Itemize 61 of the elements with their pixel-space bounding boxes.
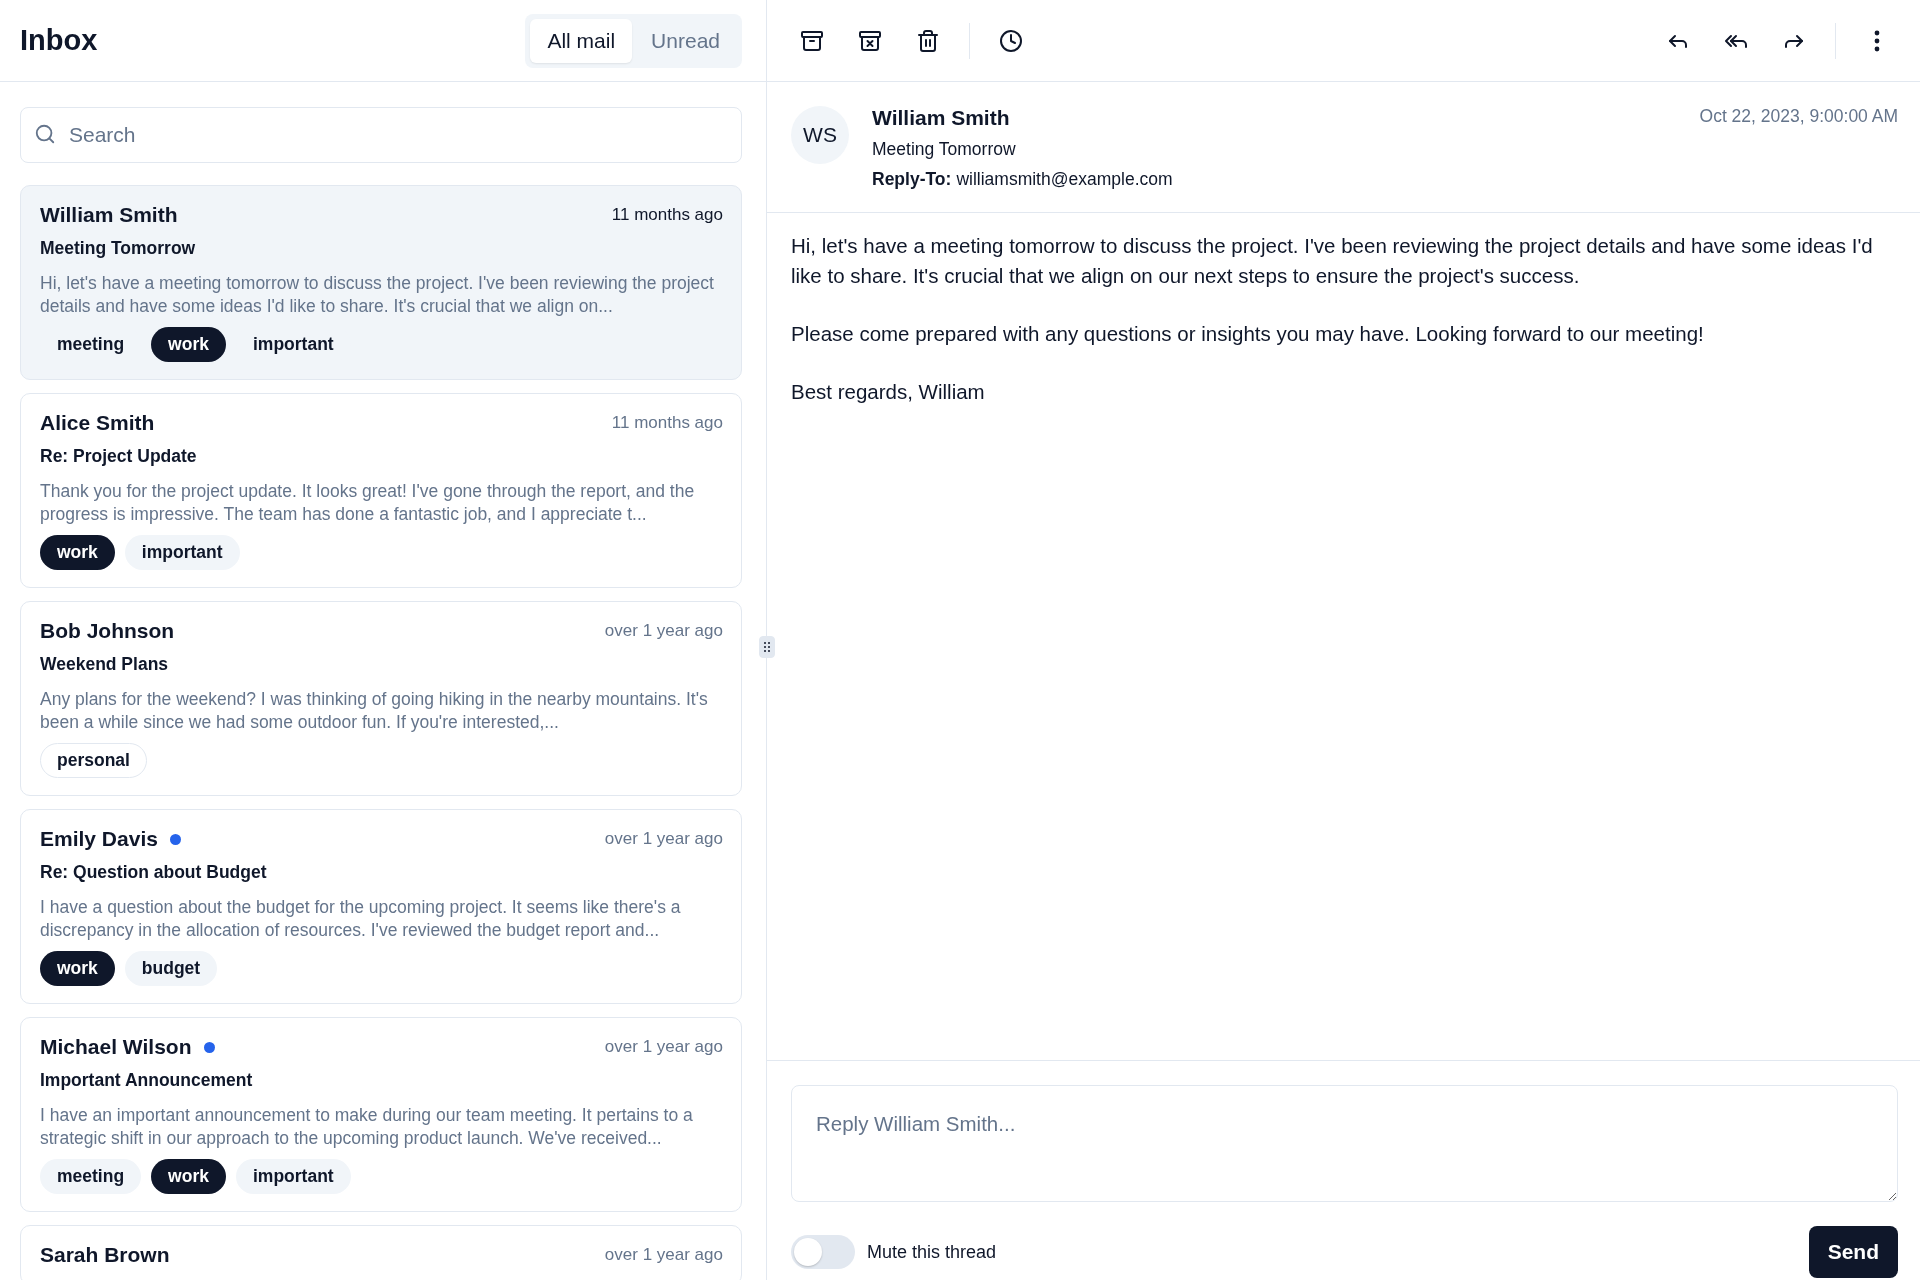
more-icon — [1874, 29, 1880, 52]
mail-preview: Thank you for the project update. It looks great! I've gone through the report, and the progress is impressive. The team has done a fantastic job, and I appreciate t... — [40, 480, 696, 526]
mail-time: 11 months ago — [611, 205, 723, 225]
mail-subject: Weekend Plans — [40, 654, 170, 675]
mail-subject: Important Announcement — [40, 1070, 254, 1091]
mail-tag: work — [151, 327, 226, 362]
mail-subject: Re: Question about Budget — [40, 862, 268, 883]
reply-field[interactable]: Reply William Smith... — [791, 1085, 1898, 1202]
send-button[interactable]: Send — [1808, 1226, 1898, 1278]
mail-tag: meeting — [40, 1159, 142, 1194]
mail-time: over 1 year ago — [604, 621, 723, 641]
trash-icon — [916, 28, 940, 53]
clock-icon — [999, 28, 1023, 53]
mail-preview: I have a question about the budget for the upcoming project. It seems like there's a discrepancy in the allocation of resources. I've reviewed the budget report and... — [40, 896, 682, 942]
mail-preview: I have an important announcement to make during our team meeting. It pertains to a strategic shift in our approach to the upcoming product launch. We've received... — [40, 1104, 694, 1150]
mute-switch[interactable] — [791, 1235, 855, 1269]
sender-name: William Smith — [40, 203, 178, 227]
mail-date: Oct 22, 2023, 9:00:00 AM — [1699, 106, 1898, 128]
inbox-title: Inbox — [20, 24, 98, 57]
mute-label: Mute this thread — [867, 1241, 997, 1263]
mail-tag: work — [151, 1159, 226, 1194]
body-paragraph: Best regards, William — [791, 379, 986, 405]
mail-tag: work — [40, 535, 115, 570]
mail-tag: important — [124, 535, 240, 570]
sender-name: Alice Smith — [40, 411, 155, 435]
sender-name: Sarah Brown — [40, 1243, 170, 1267]
mail-tag: personal — [40, 743, 147, 778]
resize-handle[interactable] — [759, 636, 775, 658]
mail-subject: Re: Project Update — [40, 446, 198, 467]
filter-tab[interactable]: Unread — [634, 18, 737, 63]
filter-tab[interactable]: All mail — [530, 18, 633, 63]
mail-time: over 1 year ago — [604, 1245, 723, 1265]
mail-subject: Meeting Tomorrow — [40, 238, 197, 259]
mail-preview: Hi, let's have a meeting tomorrow to discuss the project. I've been reviewing the project details and have some ideas I'd like to share. It's crucial that we align on... — [40, 272, 715, 318]
mail-time: over 1 year ago — [604, 1037, 723, 1057]
mail-time: 11 months ago — [611, 413, 723, 433]
mail-card[interactable] — [20, 185, 742, 380]
sender-name: Michael Wilson — [40, 1035, 192, 1059]
search-field[interactable]: Search — [20, 107, 742, 163]
avatar: WS — [791, 106, 849, 164]
mail-card[interactable] — [20, 809, 742, 1004]
reply-to-address: williamsmith@example.com — [956, 169, 1173, 190]
mail-card[interactable]: Sarah Brown over 1 year ago — [20, 1225, 742, 1280]
sender-name: Emily Davis — [40, 827, 158, 851]
mail-preview: Any plans for the weekend? I was thinking of going hiking in the nearby mountains. It's been a while since we had some outdoor fun. If you're interested,... — [40, 688, 709, 734]
sender-name: Bob Johnson — [40, 619, 175, 643]
mail-tag: budget — [124, 951, 218, 986]
mail-tag: work — [40, 951, 115, 986]
mail-tag: important — [235, 1159, 351, 1194]
sender-name: William Smith — [872, 106, 1011, 130]
archive-x-icon — [858, 28, 882, 53]
archive-icon — [800, 28, 824, 53]
mail-card[interactable] — [20, 393, 742, 588]
reply-to-label: Reply-To: — [872, 169, 952, 190]
grip-icon — [763, 641, 771, 653]
body-paragraph: Please come prepared with any questions or insights you may have. Looking forward to our meeting! — [791, 321, 1705, 347]
body-paragraph: Hi, let's have a meeting tomorrow to discuss the project. I've been reviewing the project details and have some ideas I'd like to share. It's crucial that we align on our next steps to ensure the project's success. — [791, 233, 1874, 289]
mail-subject: Meeting Tomorrow — [872, 139, 1017, 160]
search-icon — [34, 123, 56, 145]
mail-card[interactable] — [20, 1017, 742, 1212]
mail-time: over 1 year ago — [604, 829, 723, 849]
